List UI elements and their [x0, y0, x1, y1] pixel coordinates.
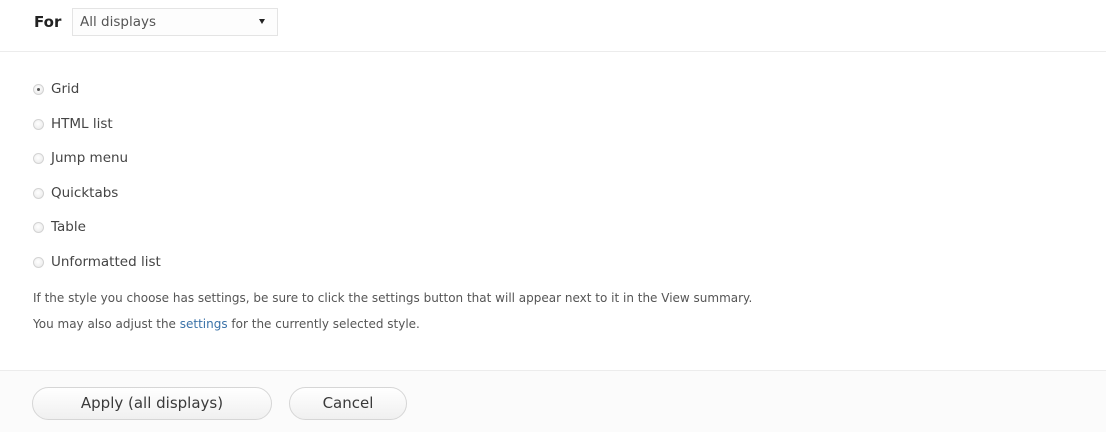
radio-quicktabs[interactable]: [33, 187, 44, 199]
radio-table[interactable]: [33, 222, 44, 234]
radio-html-list[interactable]: [33, 118, 44, 130]
radio-jump-menu[interactable]: [33, 153, 44, 165]
option-label: Jump menu: [51, 150, 129, 167]
option-label: Grid: [51, 81, 80, 97]
display-override-bar: For All displays: [0, 0, 1106, 52]
help-text-adjust-settings: You may also adjust the settings for the…: [33, 317, 420, 331]
display-select[interactable]: All displays: [72, 8, 278, 36]
radio-unformatted-list[interactable]: [33, 256, 44, 268]
button-bar: Apply (all displays) Cancel: [0, 370, 1106, 432]
option-label: Table: [51, 219, 86, 236]
cancel-button[interactable]: Cancel: [289, 387, 407, 420]
views-style-dialog: For All displays Grid HTML list Jump men…: [0, 0, 1106, 432]
for-label: For: [34, 13, 62, 31]
option-label: Quicktabs: [51, 184, 119, 201]
apply-all-displays-button[interactable]: Apply (all displays): [32, 387, 272, 420]
option-label: Unformatted list: [51, 253, 161, 270]
help-text-prefix: You may also adjust the: [33, 317, 180, 331]
settings-link[interactable]: settings: [180, 317, 228, 331]
display-select-value: All displays: [80, 14, 156, 30]
chevron-down-icon: [259, 19, 265, 24]
help-text-suffix: for the currently selected style.: [227, 317, 420, 331]
radio-grid[interactable]: [33, 84, 44, 95]
option-label: HTML list: [51, 115, 113, 132]
help-text-settings-button: If the style you choose has settings, be…: [33, 291, 753, 305]
